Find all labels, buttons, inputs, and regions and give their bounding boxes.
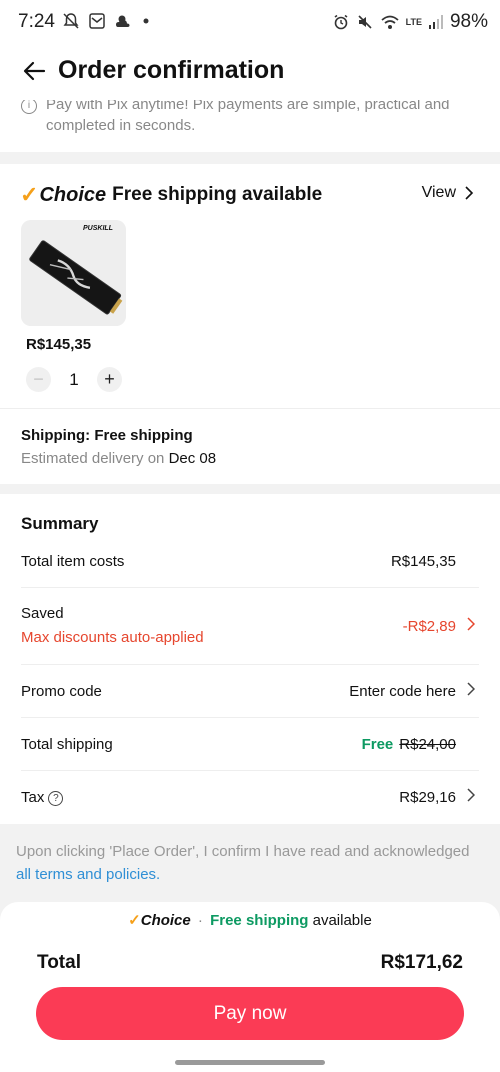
total-item-costs-label: Total item costs	[21, 553, 125, 570]
app-bar: Order confirmation	[0, 44, 500, 100]
separator-dot: ·	[197, 912, 203, 929]
divider	[21, 587, 479, 588]
estimated-delivery-date: Dec 08	[168, 450, 217, 467]
product-image[interactable]: PUSKILL	[21, 220, 126, 326]
summary-title: Summary	[21, 514, 99, 533]
home-indicator[interactable]	[175, 1060, 325, 1065]
divider	[21, 770, 479, 771]
total-value: R$171,62	[380, 952, 463, 973]
saved-label: Saved	[21, 605, 64, 622]
saved-value: -R$2,89	[402, 618, 456, 635]
choice-free-shipping-banner: ✓Choice · Free shipping available	[0, 911, 500, 929]
pix-note-text: Pay with Pix anytime! Pix payments are s…	[46, 100, 450, 134]
product-brand: PUSKILL	[83, 225, 113, 232]
estimated-delivery: Estimated delivery on Dec 08	[21, 450, 216, 467]
choice-check-icon: ✓	[128, 912, 141, 929]
status-time: 7:24	[18, 11, 55, 32]
order-confirmation-screen: 7:24 LTE 98% Order confirmation i Pay wi…	[0, 0, 500, 1072]
quantity-stepper: − 1 +	[26, 367, 122, 392]
divider	[21, 664, 479, 665]
chevron-right-icon	[467, 788, 476, 806]
back-button[interactable]	[20, 56, 50, 86]
page-title: Order confirmation	[58, 56, 285, 84]
promo-code-label: Promo code	[21, 683, 102, 700]
battery-level: 98%	[449, 11, 488, 32]
chevron-right-icon	[465, 186, 474, 200]
choice-check-icon: ✓	[20, 182, 39, 207]
choice-label: Choice	[140, 912, 191, 929]
wifi-icon	[381, 15, 399, 29]
estimated-delivery-prefix: Estimated delivery on	[21, 450, 165, 467]
total-shipping-label: Total shipping	[21, 736, 113, 753]
terms-notice: Upon clicking 'Place Order', I confirm I…	[16, 840, 488, 886]
free-shipping-text: Free shipping available	[112, 184, 323, 205]
saved-row[interactable]: Saved Max discounts auto-applied -R$2,89	[21, 604, 479, 650]
view-label: View	[421, 184, 456, 201]
arrow-left-icon	[23, 61, 46, 81]
chevron-right-icon	[467, 617, 476, 635]
info-icon: i	[21, 100, 37, 114]
pay-now-button[interactable]: Pay now	[36, 987, 464, 1040]
total-item-costs-row: Total item costs R$145,35	[21, 552, 479, 576]
saved-subtitle: Max discounts auto-applied	[21, 629, 204, 646]
dot-icon	[143, 18, 149, 24]
choice-label: Choice	[39, 183, 107, 206]
alarm-icon	[334, 14, 348, 30]
available-label: available	[312, 912, 372, 929]
quantity-value: 1	[69, 369, 79, 389]
mail-icon	[89, 13, 105, 29]
shipping-original-price: R$24,00	[399, 736, 456, 753]
weather-icon	[116, 15, 130, 27]
decrease-quantity-button[interactable]: −	[26, 367, 51, 392]
choice-shipping-row: ✓ Choice Free shipping available	[20, 182, 322, 208]
view-button[interactable]: View	[422, 184, 474, 202]
status-right-icons: LTE 98%	[332, 11, 488, 33]
terms-link[interactable]: all terms and policies.	[16, 866, 160, 883]
total-label: Total	[37, 952, 81, 973]
total-shipping-value: Free R$24,00	[362, 736, 456, 753]
product-price: R$145,35	[26, 336, 92, 353]
help-icon[interactable]: ?	[48, 791, 64, 806]
checkout-panel: ✓Choice · Free shipping available Total …	[0, 902, 500, 1072]
promo-code-placeholder: Enter code here	[349, 683, 456, 700]
status-bar: 7:24 LTE 98%	[0, 0, 500, 44]
tax-label: Tax	[21, 789, 45, 806]
total-shipping-row: Total shipping Free R$24,00	[21, 734, 479, 758]
notifications-off-icon	[63, 13, 79, 29]
increase-quantity-button[interactable]: +	[97, 367, 122, 392]
shipping-free-label: Free	[361, 736, 394, 753]
signal-icon	[428, 15, 443, 29]
divider	[21, 717, 479, 718]
free-shipping-label: Free shipping	[210, 912, 309, 929]
divider	[0, 408, 500, 409]
terms-text: Upon clicking 'Place Order', I confirm I…	[16, 843, 470, 860]
product-card: ✓ Choice Free shipping available View PU…	[0, 164, 500, 484]
status-left-icons	[62, 12, 150, 30]
tax-value: R$29,16	[399, 789, 456, 806]
lte-badge: LTE	[405, 16, 422, 27]
mute-icon	[358, 15, 372, 29]
tax-label-wrap: Tax?	[21, 789, 64, 806]
ssd-image: PUSKILL	[21, 220, 126, 326]
chevron-right-icon	[467, 682, 476, 700]
tax-row[interactable]: Tax? R$29,16	[21, 787, 479, 811]
total-item-costs-value: R$145,35	[390, 553, 456, 570]
pix-note: i Pay with Pix anytime! Pix payments are…	[0, 100, 500, 152]
promo-code-row[interactable]: Promo code Enter code here	[21, 681, 479, 705]
shipping-method: Shipping: Free shipping	[21, 427, 193, 444]
summary-card: Summary Total item costs R$145,35 Saved …	[0, 494, 500, 824]
